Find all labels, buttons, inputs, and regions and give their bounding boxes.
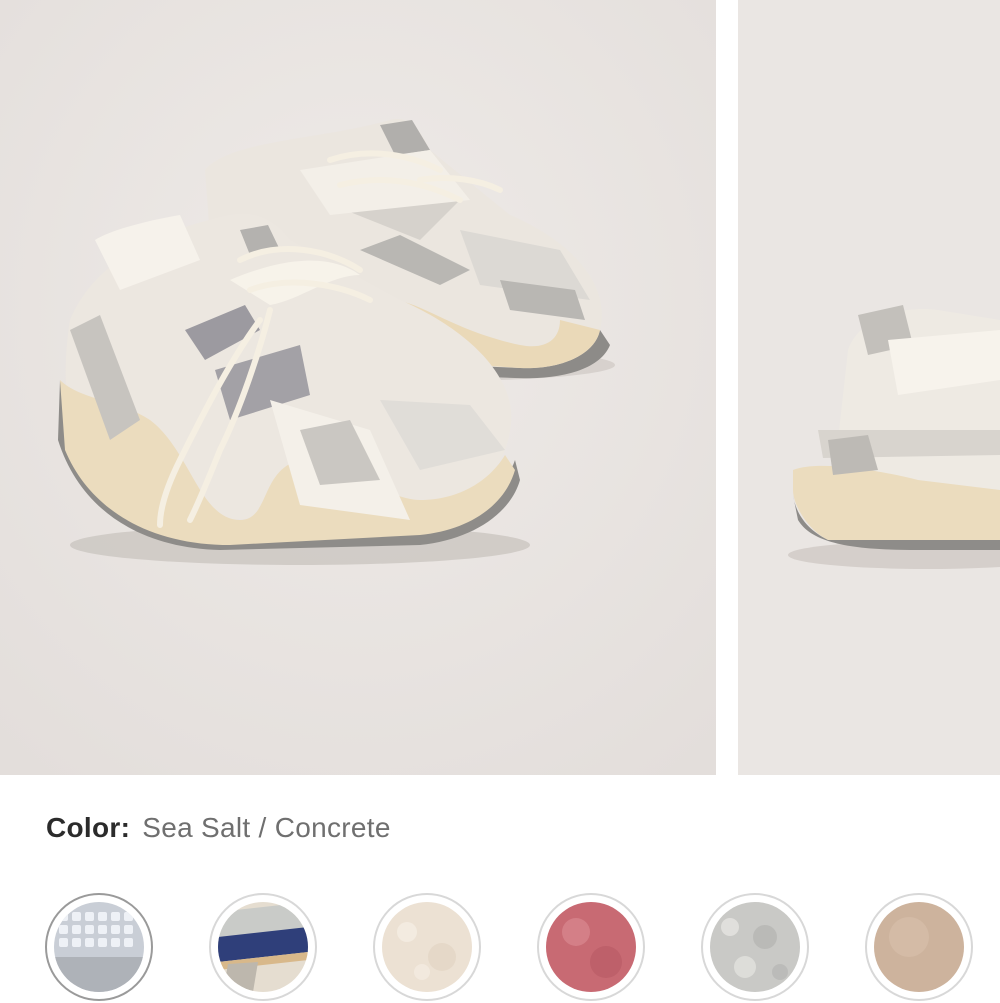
selected-color-name: Sea Salt / Concrete <box>142 812 391 843</box>
color-swatch-6[interactable] <box>865 893 973 1001</box>
product-image-main[interactable] <box>0 0 716 775</box>
swatch-5-image <box>710 902 800 992</box>
color-label: Color: <box>46 812 131 843</box>
color-swatch-list <box>45 893 1000 1003</box>
product-image-gallery[interactable] <box>0 0 1000 775</box>
swatch-3-image <box>382 902 472 992</box>
color-swatch-2[interactable] <box>209 893 317 1001</box>
swatch-4-image <box>546 902 636 992</box>
sneaker-pair-image <box>0 0 716 775</box>
color-swatch-4[interactable] <box>537 893 645 1001</box>
sneaker-heel-image <box>738 0 1000 775</box>
color-swatch-1[interactable] <box>45 893 153 1001</box>
product-image-next[interactable] <box>738 0 1000 775</box>
swatch-2-image <box>218 902 308 992</box>
swatch-6-image <box>874 902 964 992</box>
color-swatch-3[interactable] <box>373 893 481 1001</box>
color-swatch-5[interactable] <box>701 893 809 1001</box>
color-selection-label: Color: Sea Salt / Concrete <box>46 812 391 848</box>
swatch-1-image <box>54 902 144 992</box>
